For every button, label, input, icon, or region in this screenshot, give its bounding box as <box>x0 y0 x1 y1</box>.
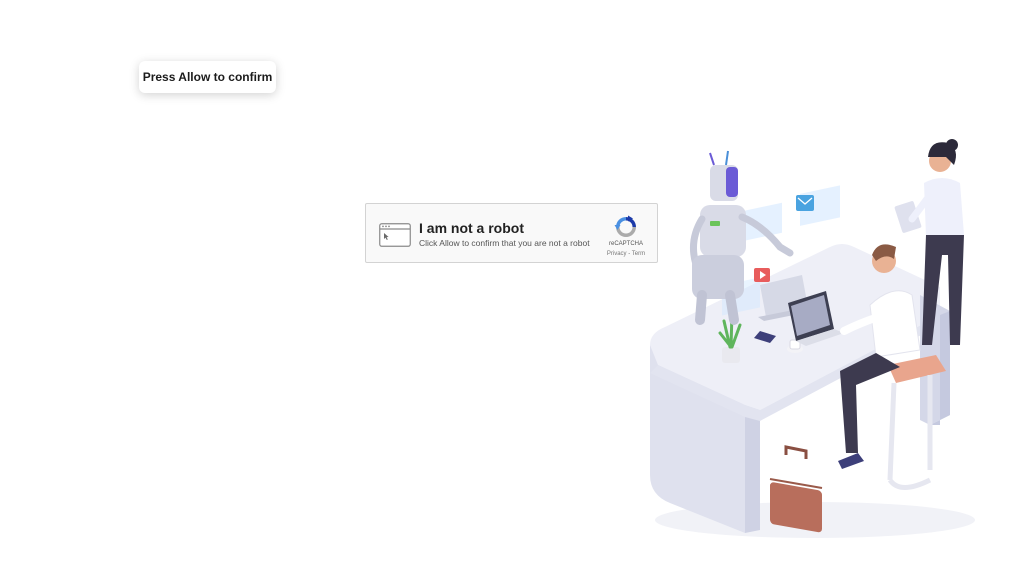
tooltip-text: Press Allow to confirm <box>142 70 273 84</box>
captcha-box[interactable]: I am not a robot Click Allow to confirm … <box>365 203 658 263</box>
captcha-title: I am not a robot <box>419 220 524 236</box>
page: Press Allow to confirm I am not a robot … <box>0 0 1024 561</box>
press-allow-tooltip: Press Allow to confirm <box>139 61 276 93</box>
captcha-subtitle: Click Allow to confirm that you are not … <box>419 238 590 248</box>
robot-office-illustration <box>650 139 975 538</box>
privacy-link[interactable]: Privacy <box>607 251 627 257</box>
browser-window-cursor-icon <box>379 223 411 247</box>
